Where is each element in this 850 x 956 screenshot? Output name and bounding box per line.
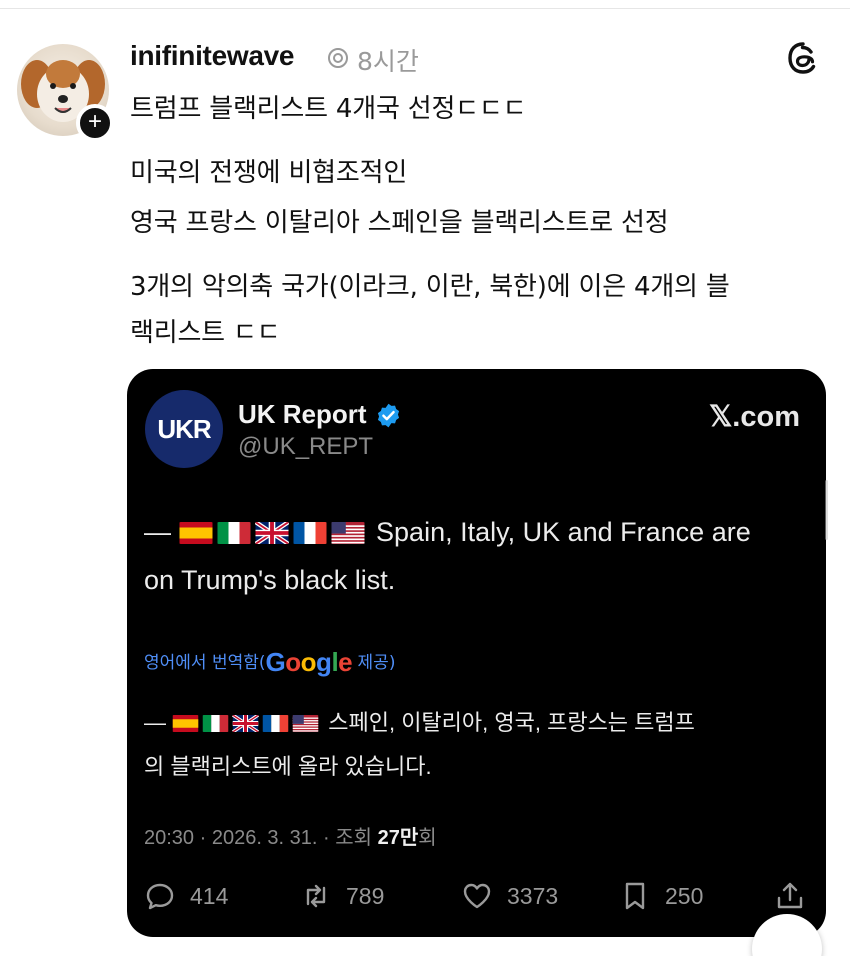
like-count: 3373: [507, 882, 559, 909]
italy-flag: [202, 715, 229, 732]
spain-flag: [179, 522, 213, 544]
embed-author-handle: @UK_REPT: [238, 433, 374, 460]
like-action[interactable]: 3373: [461, 879, 558, 913]
post-line-2: 미국의 전쟁에 비협조적인: [130, 158, 408, 188]
embedded-tweet-image[interactable]: UKR UK Report @UK_REPT 𝕏.com — Spain, It…: [127, 369, 826, 937]
follow-plus-button[interactable]: +: [76, 104, 114, 142]
uk-report-logo: UKR: [145, 390, 223, 468]
spain-flag: [172, 715, 199, 732]
uk-report-logo-text: UKR: [157, 413, 211, 444]
uk-flag: [254, 522, 289, 544]
tweet-line-2: on Trump's black list.: [144, 565, 396, 595]
view-count: 27만: [377, 827, 419, 849]
translated-line-1-text: 스페인, 이탈리아, 영국, 프랑스는 트럼프: [328, 710, 695, 735]
tweet-meta: 20:30 · 2026. 3. 31. · 조회 27만회: [144, 821, 437, 850]
translate-suffix: 제공): [352, 653, 396, 673]
embed-author-name: UK Report: [238, 399, 367, 429]
retweet-count: 789: [346, 882, 385, 909]
em-dash-translated: —: [144, 710, 166, 735]
translate-prefix: 영어에서 번역함(: [144, 653, 266, 673]
threads-logo-icon[interactable]: [785, 40, 821, 76]
tweet-line-1: — Spain, Italy, UK and France are: [144, 517, 751, 548]
share-action[interactable]: [774, 879, 820, 913]
tweet-line-1-text: Spain, Italy, UK and France are: [376, 517, 751, 547]
post-line-3: 영국 프랑스 이탈리아 스페인을 블랙리스트로 선정: [130, 208, 669, 238]
usa-flag: [331, 522, 365, 544]
verified-badge-icon: [377, 403, 400, 428]
view-suffix: 회: [418, 827, 437, 849]
france-flag: [293, 522, 327, 544]
usa-flag: [292, 715, 319, 732]
retweet-icon: [306, 884, 326, 908]
em-dash: —: [144, 517, 171, 547]
reply-count: 414: [190, 882, 229, 909]
retweet-action[interactable]: 789: [300, 879, 384, 913]
post-time: 8시간: [357, 47, 419, 76]
translated-line-2: 의 블랙리스트에 올라 있습니다.: [144, 754, 432, 779]
scrollbar-thumb[interactable]: [825, 480, 828, 540]
reply-action[interactable]: 414: [144, 879, 228, 913]
post-line-1: 트럼프 블랙리스트 4개국 선정ㄷㄷㄷ: [130, 94, 527, 124]
translation-source-link[interactable]: 영어에서 번역함(Google 제공): [144, 647, 395, 678]
uk-flag: [232, 715, 260, 732]
google-logo: Google: [265, 647, 353, 677]
bookmark-action[interactable]: 250: [619, 879, 703, 913]
top-divider: [0, 8, 850, 9]
post-line-5: 랙리스트 ㄷㄷ: [130, 318, 281, 348]
france-flag: [262, 715, 289, 732]
reply-icon: [146, 883, 174, 910]
tweet-datetime: 20:30 · 2026. 3. 31. · 조회: [144, 827, 378, 849]
username[interactable]: inifinitewave: [130, 40, 294, 72]
bookmark-icon: [625, 882, 645, 910]
post-line-4: 3개의 악의축 국가(이라크, 이란, 북한)에 이은 4개의 블: [130, 272, 730, 302]
heart-icon: [463, 883, 491, 909]
italy-flag: [217, 522, 251, 544]
bookmark-count: 250: [665, 882, 704, 909]
x-com-label: 𝕏.com: [708, 401, 800, 433]
translated-line-1: — 스페인, 이탈리아, 영국, 프랑스는 트럼프: [144, 705, 695, 737]
verified-ring-icon: [328, 48, 348, 68]
share-icon: [777, 882, 803, 909]
